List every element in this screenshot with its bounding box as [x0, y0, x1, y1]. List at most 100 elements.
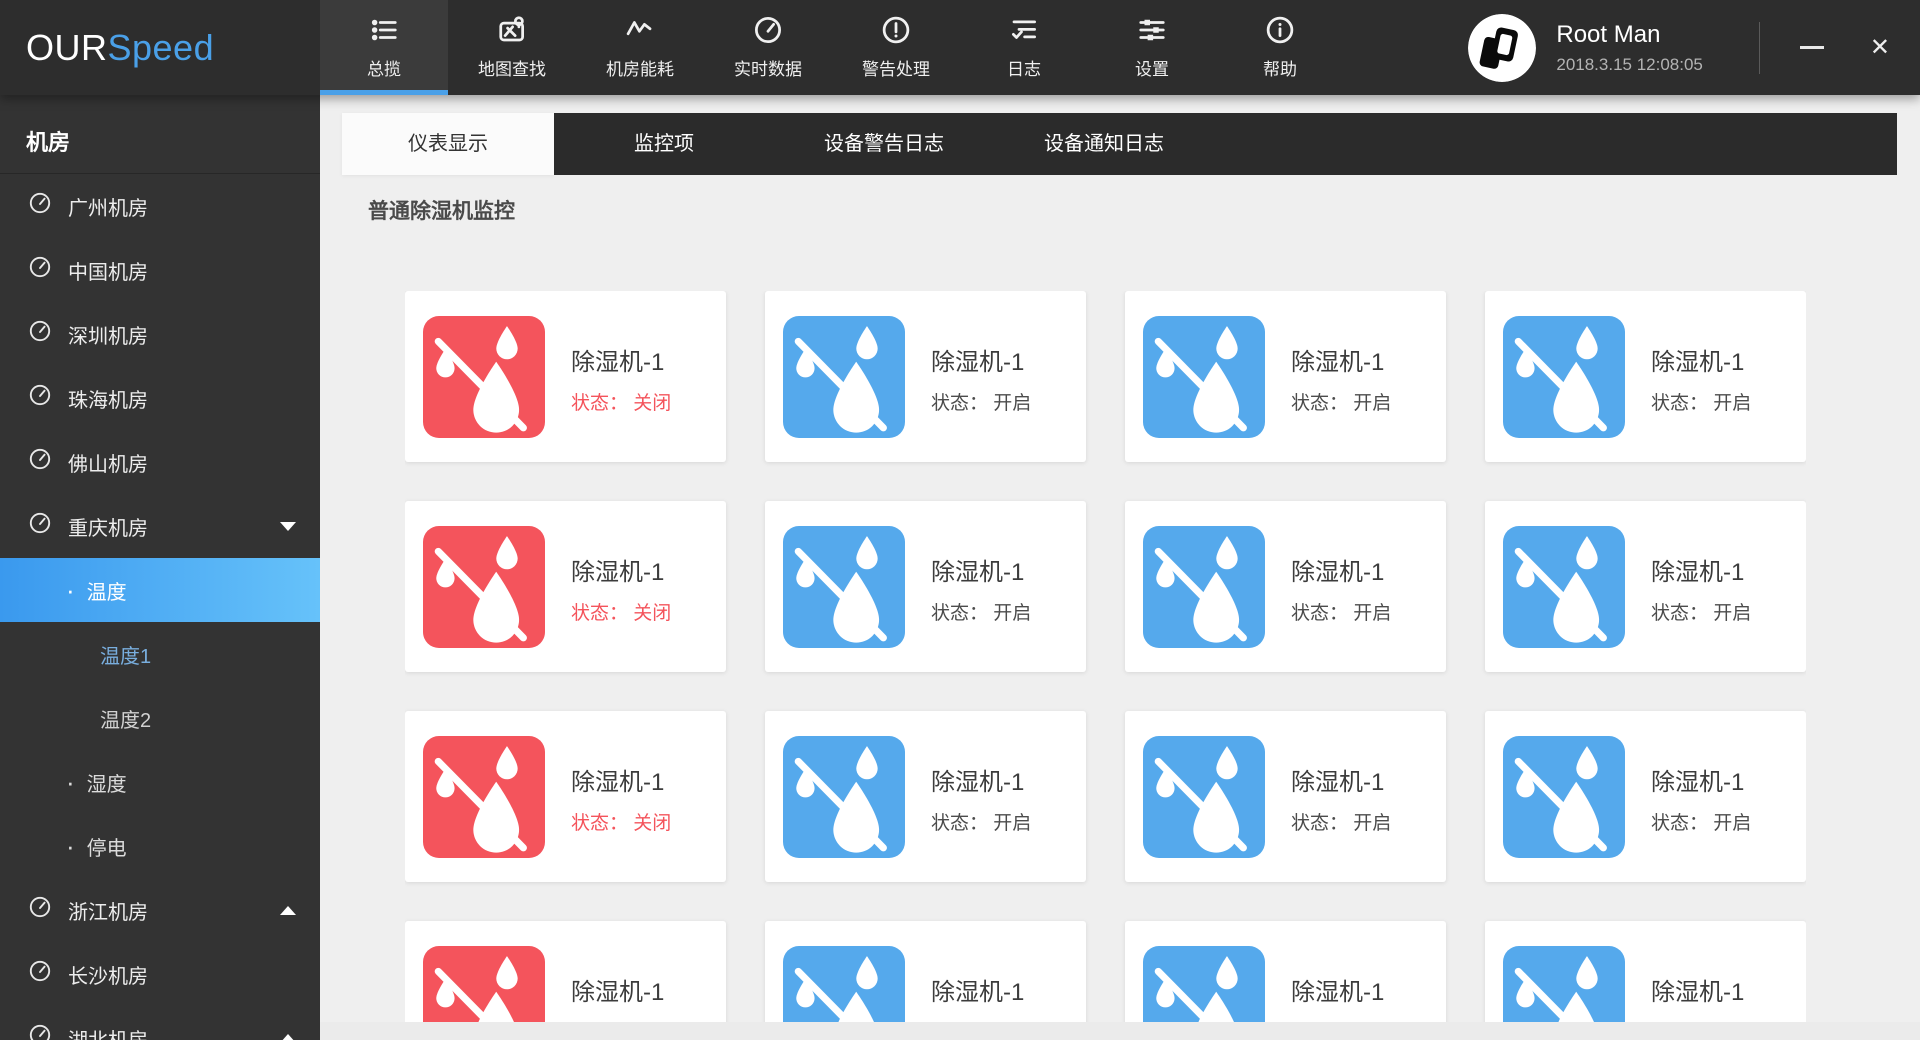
sidebar-item-label: 温度2 — [100, 704, 151, 733]
user-avatar[interactable] — [1468, 14, 1536, 82]
status-value: 开启 — [993, 393, 1031, 414]
device-title: 除湿机-1 — [931, 552, 1031, 587]
sidebar-item-guangzhou-room[interactable]: 广州机房 — [0, 174, 320, 238]
app-header: OURSpeed 总揽 地图查找机房能耗实时数据警告处理日志设置 帮助 Root M… — [0, 0, 1920, 95]
sidebar-list: 广州机房中国机房深圳机房珠海机房佛山机房重庆机房·温度温度1 温度2 ·湿度 · 停电浙… — [0, 174, 320, 1040]
status-value: 开启 — [1713, 813, 1751, 834]
sidebar-item-shenzhen-room[interactable]: 深圳机房 — [0, 302, 320, 366]
device-card-text: 除湿机-1状态： 开启 — [1651, 338, 1751, 415]
device-card[interactable]: 除湿机-1状态： 开启 — [765, 501, 1086, 672]
sidebar-item-changsha-room[interactable]: 长沙机房 — [0, 942, 320, 1006]
device-card[interactable]: 除湿机-1状态： 开启 — [765, 921, 1086, 1022]
status-label: 状态： — [1651, 603, 1708, 624]
status-label: 状态： — [1291, 813, 1348, 834]
device-card[interactable]: 除湿机-1状态： 开启 — [765, 711, 1086, 882]
device-card-text: 除湿机-1状态： 开启 — [931, 548, 1031, 625]
device-card[interactable]: 除湿机-1状态： 关闭 — [405, 921, 726, 1022]
sidebar-item-temperature[interactable]: ·温度 — [0, 558, 320, 622]
bullet-dot: · — [66, 833, 75, 859]
device-card[interactable]: 除湿机-1状态： 关闭 — [405, 291, 726, 462]
nav-item-label: 总揽 — [367, 55, 401, 80]
status-label: 状态： — [1651, 393, 1708, 414]
minimize-button[interactable] — [1800, 46, 1824, 49]
logo-text-accent: Speed — [108, 27, 215, 69]
nav-item-label: 设置 — [1135, 55, 1169, 80]
tab-notice-log[interactable]: 设备通知日志 — [994, 113, 1214, 175]
device-status: 状态： 开启 — [1291, 388, 1391, 415]
device-status: 状态： 关闭 — [571, 598, 671, 625]
device-card[interactable]: 除湿机-1状态： 开启 — [1485, 711, 1806, 882]
status-value: 开启 — [993, 603, 1031, 624]
bottom-strip — [320, 1022, 1920, 1040]
section-title: 普通除湿机监控 — [368, 195, 515, 225]
cards-viewport: 除湿机-1状态： 关闭除湿机-1状态： 开启除湿机-1状态： 开启除湿机-1状态… — [405, 291, 1806, 1022]
sidebar: 机房 广州机房中国机房深圳机房珠海机房佛山机房重庆机房·温度温度1温度2·湿度·… — [0, 95, 320, 1040]
device-title: 除湿机-1 — [571, 762, 671, 797]
sidebar-item-foshan-room[interactable]: 佛山机房 — [0, 430, 320, 494]
main-content: 仪表显示 监控项设备警告日志设备通知日志 普通除湿机监控 除湿机-1 状态： 关闭… — [320, 95, 1920, 1040]
device-card[interactable]: 除湿机-1状态： 开启 — [1485, 501, 1806, 672]
device-card[interactable]: 除湿机-1状态： 关闭 — [405, 501, 726, 672]
chevron-up-icon — [280, 1034, 296, 1040]
device-card[interactable]: 除湿机-1状态： 开启 — [1125, 291, 1446, 462]
nav-item-overview[interactable]: 总揽 — [320, 0, 448, 95]
gauge-icon — [28, 255, 68, 285]
sidebar-item-chongqing-room[interactable]: 重庆机房 — [0, 494, 320, 558]
nav-item-alert-handling[interactable]: 警告处理 — [832, 0, 960, 95]
logo-avatar-icon — [1468, 14, 1536, 82]
device-title: 除湿机-1 — [1291, 762, 1391, 797]
device-card[interactable]: 除湿机-1 状态： 关闭 — [405, 711, 726, 882]
logo-text-primary: OUR — [26, 27, 108, 69]
nav-item-settings[interactable]: 设置 — [1088, 0, 1216, 95]
device-card-text: 除湿机-1状态： 关闭 — [571, 548, 671, 625]
close-button[interactable]: ✕ — [1870, 36, 1890, 60]
nav-item-room-energy[interactable]: 机房能耗 — [576, 0, 704, 95]
device-card-text: 除湿机-1状态： 开启 — [1291, 338, 1391, 415]
device-card[interactable]: 除湿机-1状态： 开启 — [1485, 921, 1806, 1022]
header-divider — [1759, 22, 1760, 74]
device-status: 状态： 开启 — [1651, 598, 1751, 625]
sidebar-item-zhuhai-room[interactable]: 珠海机房 — [0, 366, 320, 430]
tab-dashboard[interactable]: 仪表显示 — [342, 113, 554, 175]
sidebar-item-china-room[interactable]: 中国机房 — [0, 238, 320, 302]
device-title: 除湿机-1 — [931, 972, 1031, 1007]
device-title: 除湿机-1 — [1291, 972, 1391, 1007]
device-card-text: 除湿机-1状态： 开启 — [1651, 758, 1751, 835]
humidity-off-icon — [1503, 316, 1625, 438]
nav-item-logs[interactable]: 日志 — [960, 0, 1088, 95]
user-block: Root Man 2018.3.15 12:08:05 — [1468, 0, 1703, 95]
sidebar-item-temperature-2[interactable]: 温度2 — [0, 686, 320, 750]
device-card-text: 除湿机-1状态： 关闭 — [571, 338, 671, 415]
user-info: Root Man 2018.3.15 12:08:05 — [1556, 21, 1703, 75]
device-card-text: 除湿机-1状态： 开启 — [1291, 548, 1391, 625]
device-card[interactable]: 除湿机-1状态： 开启 — [1485, 291, 1806, 462]
minimize-icon — [1800, 46, 1824, 49]
nav-item-help[interactable]: 帮助 — [1216, 0, 1344, 95]
status-value: 开启 — [1713, 393, 1751, 414]
tab-monitor-items[interactable]: 监控项 — [554, 113, 774, 175]
humidity-off-icon — [423, 946, 545, 1023]
device-card[interactable]: 除湿机-1状态： 开启 — [1125, 501, 1446, 672]
status-value: 开启 — [1353, 393, 1391, 414]
device-status: 状态： 关闭 — [571, 808, 671, 835]
device-card[interactable]: 除湿机-1状态： 开启 — [1125, 711, 1446, 882]
status-value: 开启 — [1353, 603, 1391, 624]
nav-item-realtime-data[interactable]: 实时数据 — [704, 0, 832, 95]
nav-item-map-search[interactable]: 地图查找 — [448, 0, 576, 95]
device-card-text: 除湿机-1状态： 开启 — [931, 338, 1031, 415]
device-card[interactable]: 除湿机-1状态： 开启 — [765, 291, 1086, 462]
sidebar-item-hubei-room[interactable]: 湖北机房 — [0, 1006, 320, 1040]
tab-alert-log[interactable]: 设备警告日志 — [774, 113, 994, 175]
device-card[interactable]: 除湿机-1状态： 开启 — [1125, 921, 1446, 1022]
sidebar-item-temperature-1[interactable]: 温度1 — [0, 622, 320, 686]
sidebar-item-power-outage[interactable]: · 停电 — [0, 814, 320, 878]
sidebar-item-humidity[interactable]: ·湿度 — [0, 750, 320, 814]
status-label: 状态： — [571, 813, 628, 834]
info-circle-icon — [1265, 15, 1295, 45]
device-status: 状态： 开启 — [1291, 598, 1391, 625]
sidebar-item-zhejiang-room[interactable]: 浙江机房 — [0, 878, 320, 942]
sidebar-item-label: 中国机房 — [68, 256, 148, 285]
device-card-text: 除湿机-1状态： 开启 — [931, 758, 1031, 835]
sidebar-item-label: 停电 — [87, 832, 127, 861]
gauge-icon — [753, 15, 783, 45]
